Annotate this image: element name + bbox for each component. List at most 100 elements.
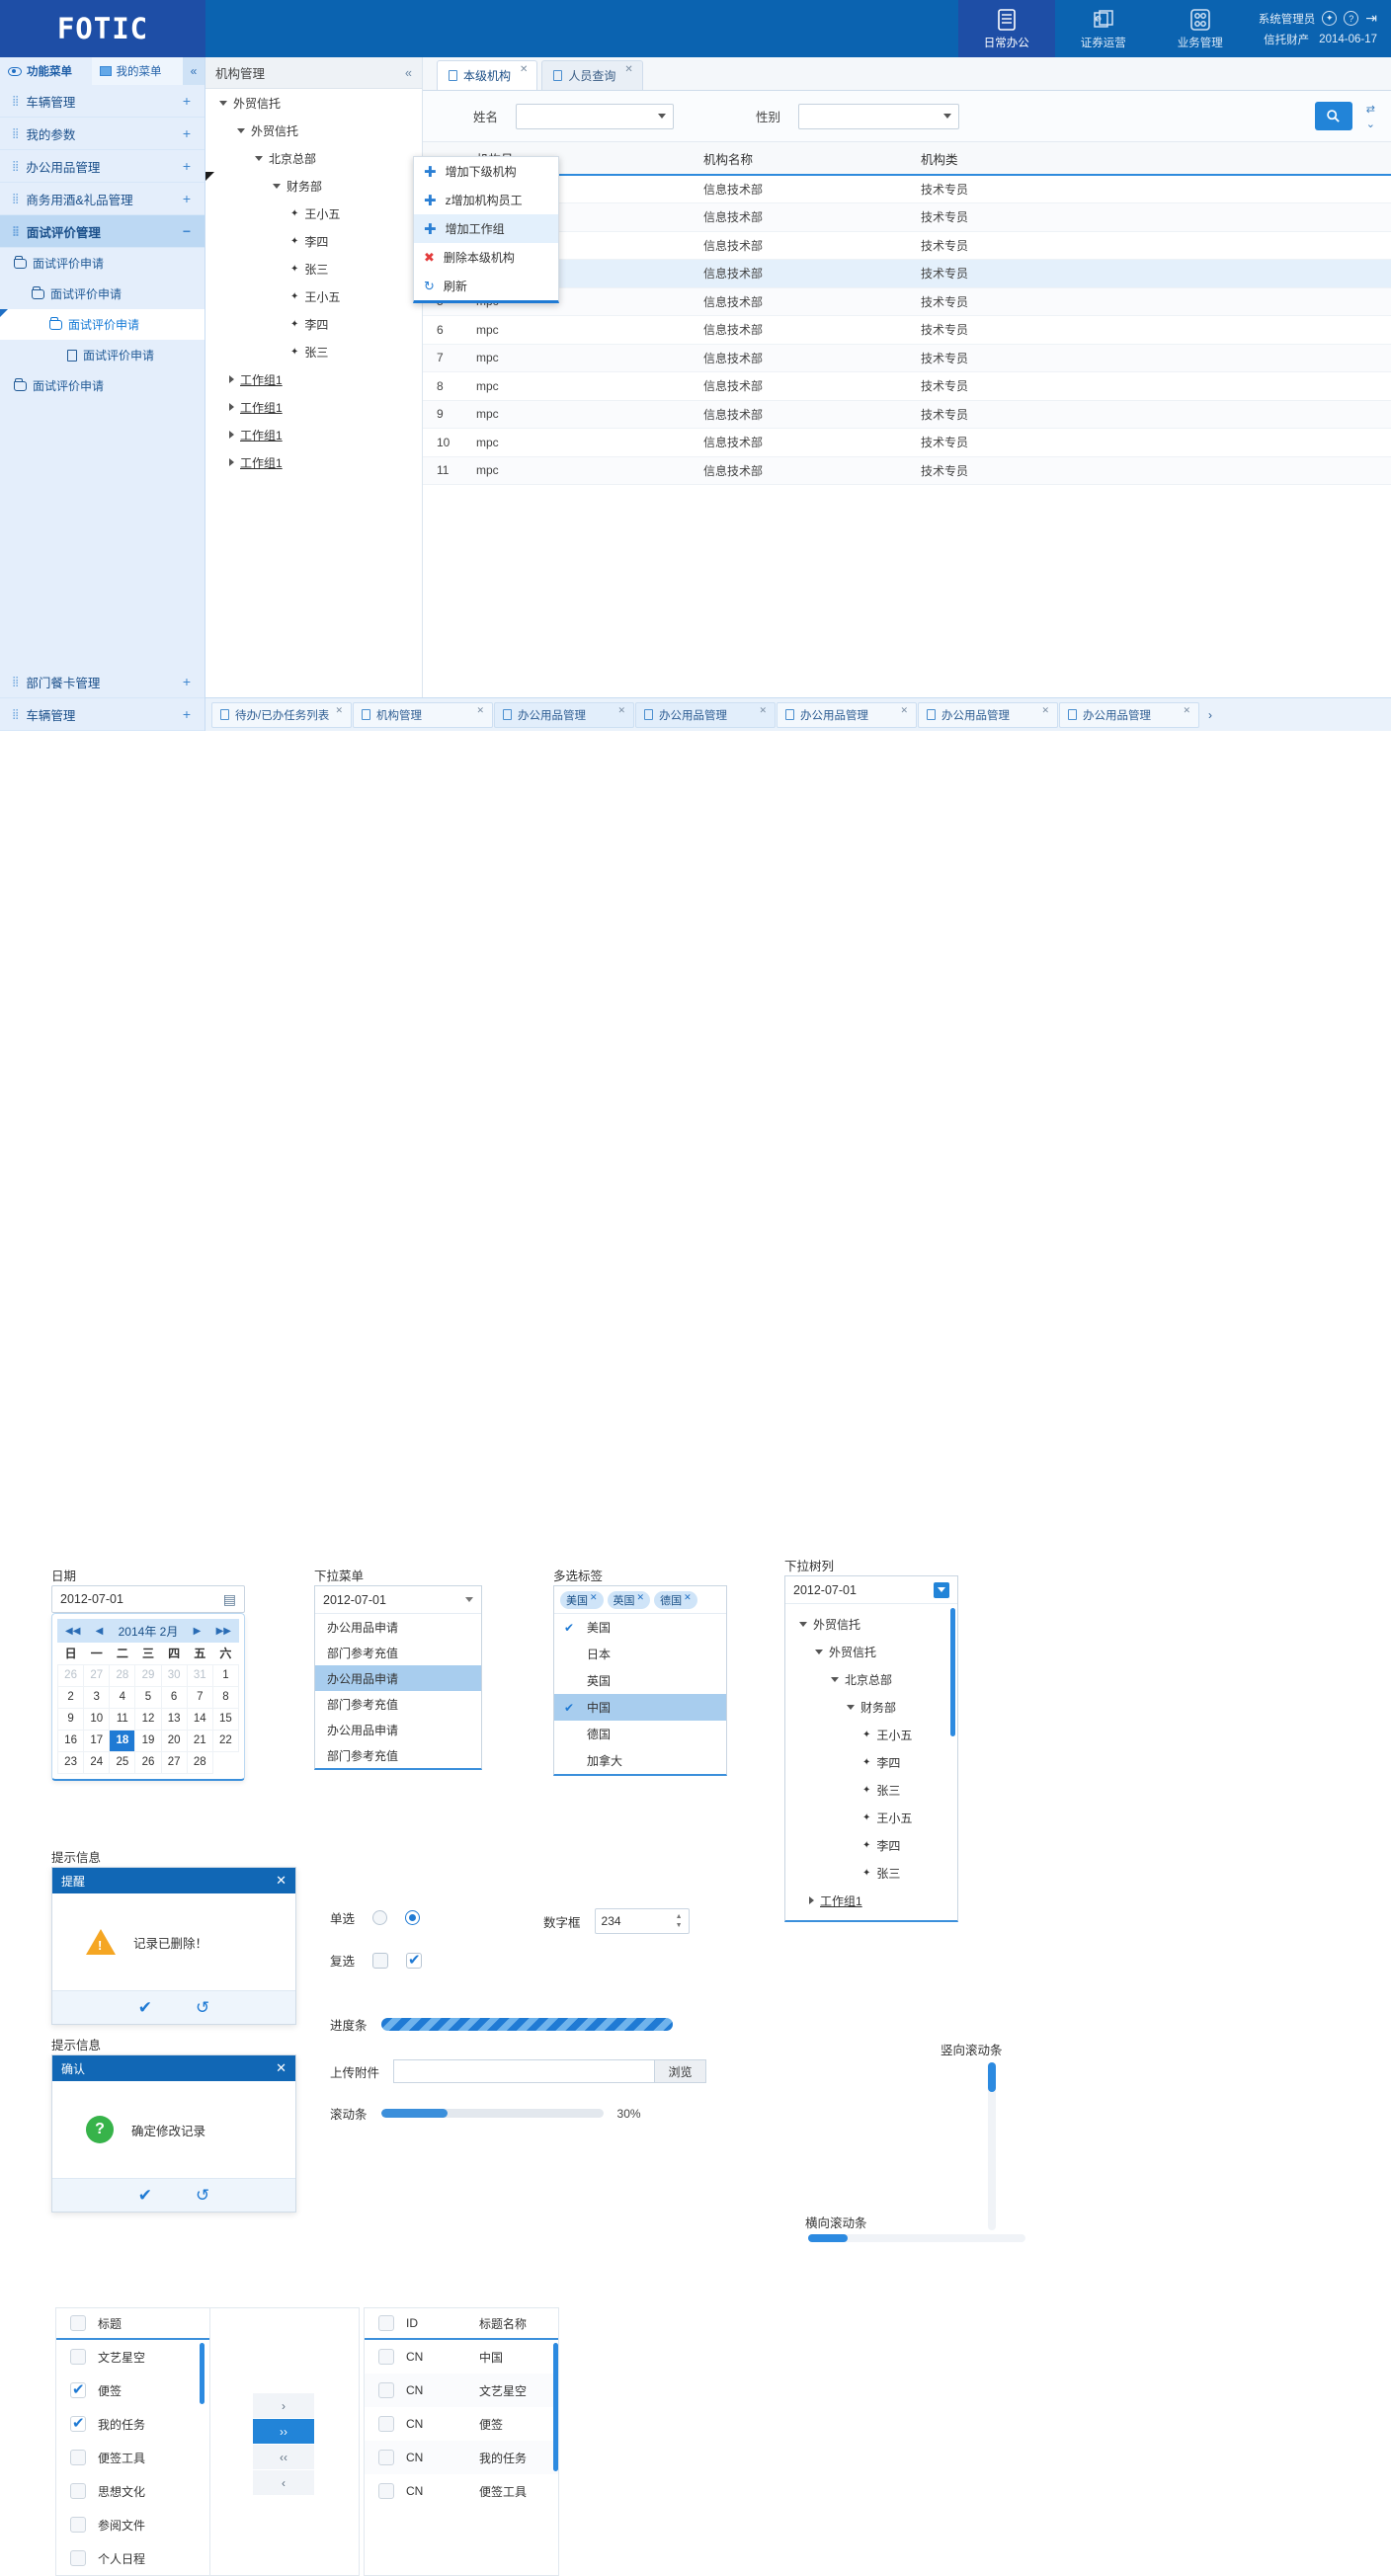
swap-icon[interactable]: ⇄	[1366, 103, 1375, 116]
tree-node-group[interactable]: 工作组1	[205, 393, 422, 421]
chevron-down-icon[interactable]	[219, 100, 227, 106]
date-input[interactable]: 2012-07-01 ▤	[51, 1585, 245, 1613]
bottom-tab-office-supplies-3[interactable]: 办公用品管理 ✕	[777, 701, 917, 728]
chevron-right-icon[interactable]	[229, 403, 234, 411]
dropdown-option[interactable]: 部门参考充值	[315, 1640, 481, 1665]
row-checkbox[interactable]	[378, 2416, 394, 2432]
calendar-day-selected[interactable]: 18	[109, 1729, 136, 1752]
tree-node[interactable]: 外贸信托	[205, 89, 422, 117]
expand-icon[interactable]: +	[183, 191, 191, 206]
close-icon[interactable]: ✕	[335, 705, 343, 716]
tree-dropdown-node[interactable]: 外贸信托	[785, 1610, 957, 1638]
row-checkbox[interactable]	[70, 2483, 86, 2499]
sidebar-item-office-supplies[interactable]: ⣿ 办公用品管理 +	[0, 150, 205, 183]
sidebar-item-interview-eval[interactable]: ⣿ 面试评价管理 −	[0, 215, 205, 248]
browse-button[interactable]: 浏览	[655, 2059, 707, 2083]
calendar-day[interactable]: 26	[56, 1663, 85, 1687]
ctx-refresh[interactable]: ↻ 刷新	[414, 272, 558, 300]
tree-dropdown-node[interactable]: ✦ 王小五	[785, 1804, 957, 1831]
radio-off[interactable]	[372, 1910, 388, 1925]
close-icon[interactable]: ✕	[1183, 705, 1190, 716]
table-row[interactable]: 6 mpc 信息技术部 技术专员	[423, 315, 1391, 345]
bottom-tab-office-supplies-2[interactable]: 办公用品管理 ✕	[635, 701, 776, 728]
tree-node-group[interactable]: 工作组1	[205, 421, 422, 448]
stepper-arrows[interactable]: ▲ ▼	[676, 1913, 683, 1929]
multiselect-chips[interactable]: 美国 ✕ 英国 ✕ 德国 ✕	[554, 1586, 726, 1614]
close-icon[interactable]: ✕	[617, 705, 625, 716]
checkbox-off[interactable]	[372, 1952, 389, 1969]
list-item[interactable]: 个人日程	[56, 2541, 212, 2575]
table-row[interactable]: 8 mpc 信息技术部 技术专员	[423, 371, 1391, 401]
list-item[interactable]: 文艺星空	[56, 2340, 212, 2374]
expand-icon[interactable]: +	[183, 674, 191, 689]
calendar-day[interactable]: 17	[83, 1729, 111, 1752]
tree-dropdown-node[interactable]: 北京总部	[785, 1665, 957, 1693]
tree-node[interactable]: ✦ 李四	[205, 310, 422, 338]
chevron-down-icon[interactable]	[237, 127, 245, 133]
calendar-day[interactable]: 13	[160, 1707, 188, 1731]
calendar-day[interactable]: 22	[211, 1729, 240, 1752]
calendar-day[interactable]: 4	[109, 1685, 136, 1709]
multiselect-option[interactable]: ✔ 美国	[554, 1614, 726, 1641]
row-checkbox[interactable]	[378, 2382, 394, 2398]
calendar-day[interactable]: 26	[134, 1750, 162, 1774]
bottom-tabs-more-button[interactable]: ›	[1200, 702, 1220, 728]
table-row[interactable]: CN 便签	[365, 2407, 558, 2441]
tree-dropdown-node[interactable]: ✦ 张三	[785, 1859, 957, 1887]
calendar-day[interactable]: 3	[83, 1685, 111, 1709]
chip[interactable]: 德国 ✕	[654, 1590, 697, 1609]
row-checkbox-checked[interactable]	[70, 2380, 86, 2398]
tree-node[interactable]: ✦ 张三	[205, 338, 422, 365]
dropdown-option[interactable]: 部门参考充值	[315, 1742, 481, 1768]
table-row[interactable]: 9 mpc 信息技术部 技术专员	[423, 400, 1391, 429]
table-row[interactable]: CN 中国	[365, 2340, 558, 2374]
chevron-right-icon[interactable]	[809, 1896, 814, 1904]
table-row[interactable]: 2 mpc 信息技术部 技术专员	[423, 202, 1391, 232]
bottom-tab-office-supplies-4[interactable]: 办公用品管理 ✕	[918, 701, 1058, 728]
chevron-right-icon[interactable]	[229, 375, 234, 383]
calendar-day[interactable]: 8	[211, 1685, 240, 1709]
chevron-down-icon[interactable]: ⌄	[1366, 118, 1375, 130]
dropdown-option-selected[interactable]: 办公用品申请	[315, 1665, 481, 1691]
transfer-move-all-left-button[interactable]: ‹‹	[253, 2445, 314, 2469]
sidebar-subitem-4[interactable]: 面试评价申请	[0, 370, 205, 401]
tree-node[interactable]: ✦ 李四	[205, 227, 422, 255]
reset-button[interactable]: ↺	[196, 1998, 209, 2018]
select-all-checkbox[interactable]	[378, 2315, 394, 2331]
dropdown-option[interactable]: 部门参考充值	[315, 1691, 481, 1717]
sidebar-item-vehicle-management-2[interactable]: ⣿ 车辆管理 +	[0, 698, 205, 731]
tree-node-group[interactable]: 工作组1	[205, 365, 422, 393]
sidebar-subitem-3[interactable]: 面试评价申请	[0, 340, 205, 370]
tree-node-group[interactable]: 工作组1	[205, 448, 422, 476]
calendar-day[interactable]: 1	[211, 1663, 240, 1687]
multiselect-option[interactable]: 日本	[554, 1641, 726, 1667]
tree-dropdown-node[interactable]: ✦ 李四	[785, 1748, 957, 1776]
chevron-down-icon[interactable]	[815, 1649, 823, 1654]
tree-node[interactable]: ✦ 王小五	[205, 200, 422, 227]
chevron-right-icon[interactable]	[229, 458, 234, 466]
table-row[interactable]: CN 文艺星空	[365, 2374, 558, 2407]
ctx-add-work-group[interactable]: ✚ 增加工作组	[414, 214, 558, 243]
chevron-down-icon[interactable]	[799, 1621, 807, 1627]
select-all-checkbox[interactable]	[70, 2315, 86, 2331]
multiselect-option[interactable]: 加拿大	[554, 1747, 726, 1774]
multiselect-option[interactable]: 德国	[554, 1721, 726, 1747]
expand-icon[interactable]: +	[183, 93, 191, 109]
calendar-day[interactable]: 20	[160, 1729, 188, 1752]
table-row[interactable]: 5 mpc 信息技术部 技术专员	[423, 287, 1391, 316]
sidebar-subitem-0[interactable]: 面试评价申请	[0, 248, 205, 279]
org-tree-collapse-button[interactable]: «	[405, 66, 412, 80]
sidebar-item-vehicle-management[interactable]: ⣿ 车辆管理 +	[0, 85, 205, 118]
table-row[interactable]: 3 mpc 信息技术部 技术专员	[423, 231, 1391, 260]
tree-dropdown-node[interactable]: 外贸信托	[785, 1638, 957, 1665]
tree-dropdown-node-group[interactable]: 工作组1	[785, 1887, 957, 1914]
logout-icon[interactable]: ⇥	[1365, 10, 1377, 27]
help-icon[interactable]: ?	[1344, 11, 1359, 26]
chevron-right-icon[interactable]	[229, 431, 234, 439]
sidebar-item-my-params[interactable]: ⣿ 我的参数 +	[0, 118, 205, 150]
transfer-move-right-button[interactable]: ›	[253, 2393, 314, 2418]
quantity-stepper[interactable]: 234 ▲ ▼	[594, 1908, 690, 1934]
list-item[interactable]: 参阅文件	[56, 2508, 212, 2541]
table-row[interactable]: 1 mpc 信息技术部 技术专员	[423, 175, 1391, 203]
transfer-move-left-button[interactable]: ‹	[253, 2470, 314, 2495]
